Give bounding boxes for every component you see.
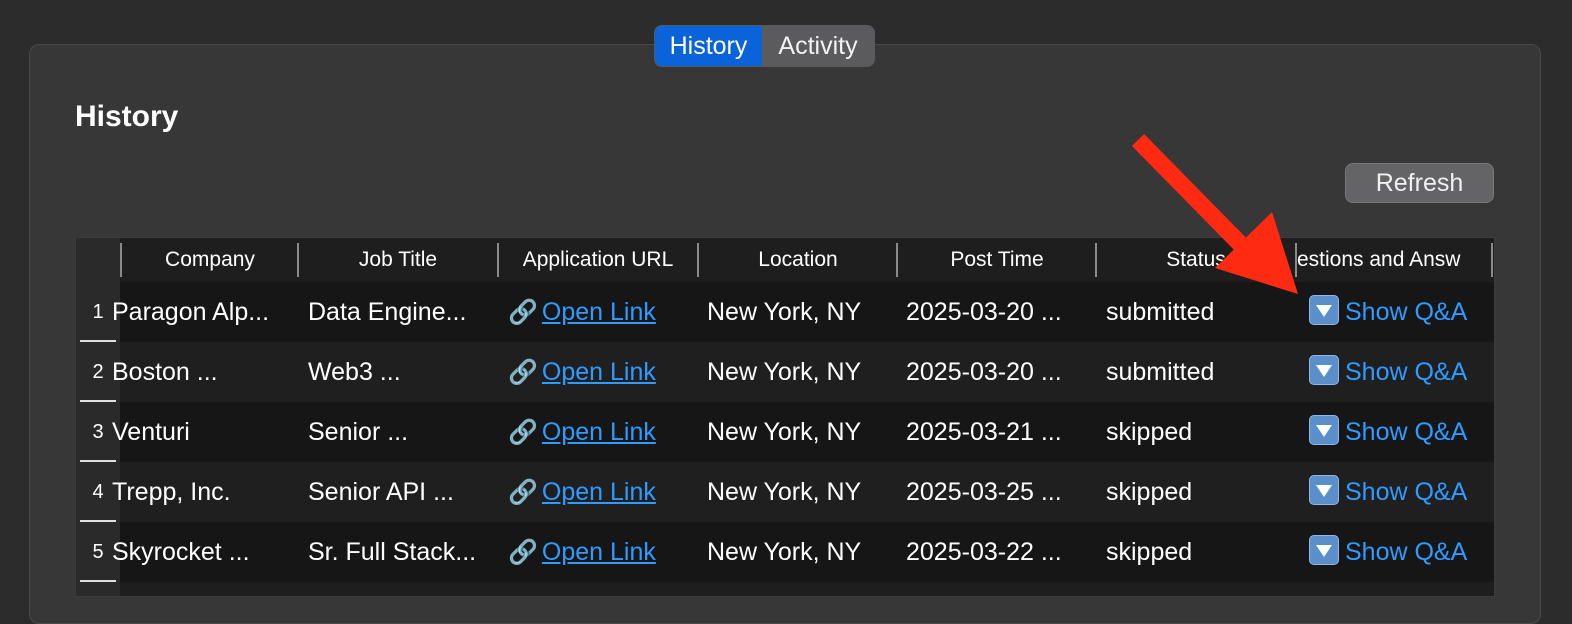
table-header: Company Job Title Application URL Locati… — [120, 238, 1494, 282]
open-link[interactable]: 🔗 Open Link — [508, 298, 656, 326]
open-link[interactable]: 🔗 Open Link — [508, 418, 656, 446]
down-arrow-box-icon — [1309, 295, 1339, 326]
table-row[interactable]: Venturi Senior ... 🔗 Open Link New York, … — [112, 402, 1494, 462]
open-link[interactable]: 🔗 Open Link — [508, 538, 656, 566]
open-link-label: Open Link — [541, 478, 656, 506]
status-cell: submitted — [1106, 298, 1215, 326]
refresh-button[interactable]: Refresh — [1345, 163, 1494, 203]
post-time-cell: 2025-03-20 ... — [906, 358, 1062, 386]
section-title: History — [75, 100, 179, 133]
down-arrow-box-icon — [1309, 415, 1339, 446]
open-link-label: Open Link — [541, 418, 656, 446]
job-title-cell: Senior ... — [308, 418, 409, 446]
company-cell: Skyrocket ... — [112, 538, 250, 566]
table-row[interactable]: Paragon Alp... Data Engine... 🔗 Open Link… — [112, 282, 1494, 342]
down-arrow-box-icon — [1309, 535, 1339, 566]
show-qa-button[interactable]: Show Q&A — [1309, 415, 1468, 446]
show-qa-label: Show Q&A — [1345, 478, 1468, 506]
status-cell: skipped — [1106, 478, 1193, 506]
show-qa-label: Show Q&A — [1345, 298, 1468, 326]
company-cell: Venturi — [112, 418, 190, 446]
open-link[interactable]: 🔗 Open Link — [508, 358, 656, 386]
show-qa-button[interactable]: Show Q&A — [1309, 535, 1468, 566]
link-icon: 🔗 — [508, 359, 538, 386]
location-cell: New York, NY — [707, 538, 862, 566]
open-link-label: Open Link — [541, 538, 656, 566]
qa-cell: Show Q&A — [1309, 522, 1494, 582]
history-table: 1 2 3 4 5 Company Job Title Application … — [75, 237, 1495, 597]
post-time-cell: 2025-03-21 ... — [906, 418, 1062, 446]
status-cell: skipped — [1106, 538, 1193, 566]
link-icon: 🔗 — [508, 419, 538, 446]
job-title-cell: Data Engine... — [308, 298, 467, 326]
down-arrow-box-icon — [1309, 475, 1339, 506]
post-time-cell: 2025-03-20 ... — [906, 298, 1062, 326]
column-header-company[interactable]: Company — [122, 238, 298, 282]
application-url-cell: 🔗 Open Link — [508, 462, 693, 522]
post-time-cell: 2025-03-25 ... — [906, 478, 1062, 506]
tab-history[interactable]: History — [655, 26, 762, 66]
column-header-application-url[interactable]: Application URL — [499, 238, 697, 282]
table-row[interactable]: Boston ... Web3 ... 🔗 Open Link New York,… — [112, 342, 1494, 402]
show-qa-label: Show Q&A — [1345, 358, 1468, 386]
column-header-location[interactable]: Location — [699, 238, 897, 282]
link-icon: 🔗 — [508, 479, 538, 506]
application-url-cell: 🔗 Open Link — [508, 282, 693, 342]
table-row[interactable]: Trepp, Inc. Senior API ... 🔗 Open Link Ne… — [112, 462, 1494, 522]
company-cell: Paragon Alp... — [112, 298, 270, 326]
column-separator[interactable] — [1491, 243, 1493, 277]
application-url-cell: 🔗 Open Link — [508, 402, 693, 462]
location-cell: New York, NY — [707, 358, 862, 386]
post-time-cell: 2025-03-22 ... — [906, 538, 1062, 566]
open-link[interactable]: 🔗 Open Link — [508, 478, 656, 506]
qa-cell: Show Q&A — [1309, 402, 1494, 462]
application-url-cell: 🔗 Open Link — [508, 342, 693, 402]
column-header-post-time[interactable]: Post Time — [898, 238, 1096, 282]
link-icon: 🔗 — [508, 539, 538, 566]
view-tabs: History Activity — [654, 25, 875, 67]
open-link-label: Open Link — [541, 358, 656, 386]
show-qa-button[interactable]: Show Q&A — [1309, 295, 1468, 326]
show-qa-label: Show Q&A — [1345, 538, 1468, 566]
job-title-cell: Sr. Full Stack... — [308, 538, 477, 566]
show-qa-label: Show Q&A — [1345, 418, 1468, 446]
location-cell: New York, NY — [707, 418, 862, 446]
qa-cell: Show Q&A — [1309, 342, 1494, 402]
status-cell: skipped — [1106, 418, 1193, 446]
column-header-questions-and-answers[interactable]: estions and Answ — [1297, 238, 1487, 282]
down-arrow-box-icon — [1309, 355, 1339, 386]
application-url-cell: 🔗 Open Link — [508, 522, 693, 582]
qa-cell: Show Q&A — [1309, 282, 1494, 342]
company-cell: Boston ... — [112, 358, 218, 386]
qa-cell: Show Q&A — [1309, 462, 1494, 522]
show-qa-button[interactable]: Show Q&A — [1309, 355, 1468, 386]
open-link-label: Open Link — [541, 298, 656, 326]
company-cell: Trepp, Inc. — [112, 478, 231, 506]
row-divider — [80, 580, 116, 582]
status-cell: submitted — [1106, 358, 1215, 386]
table-row[interactable]: Skyrocket ... Sr. Full Stack... 🔗 Open Li… — [112, 522, 1494, 582]
column-header-status[interactable]: Status — [1097, 238, 1295, 282]
location-cell: New York, NY — [707, 478, 862, 506]
show-qa-button[interactable]: Show Q&A — [1309, 475, 1468, 506]
column-header-job-title[interactable]: Job Title — [299, 238, 497, 282]
job-title-cell: Web3 ... — [308, 358, 401, 386]
location-cell: New York, NY — [707, 298, 862, 326]
link-icon: 🔗 — [508, 299, 538, 326]
job-title-cell: Senior API ... — [308, 478, 454, 506]
tab-activity[interactable]: Activity — [762, 26, 874, 66]
